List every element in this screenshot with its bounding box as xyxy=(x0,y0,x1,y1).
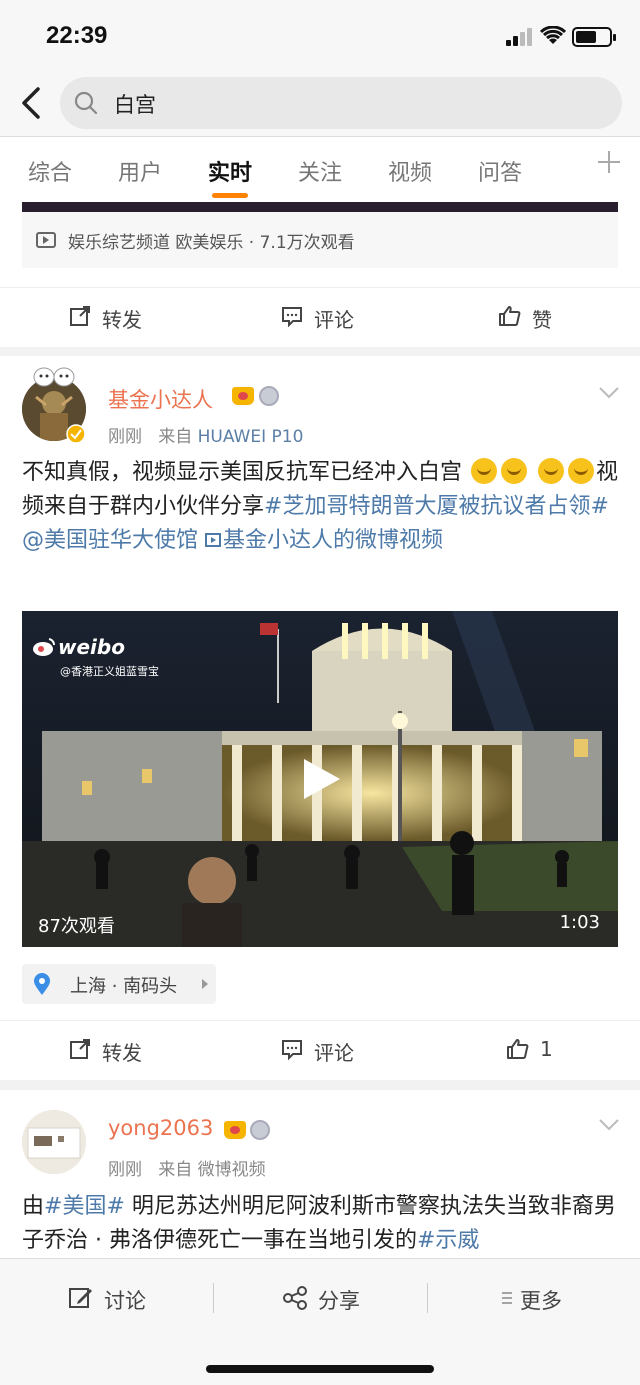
tab-bar: 综合 用户 实时 关注 视频 问答 xyxy=(0,136,640,202)
tab-users[interactable]: 用户 xyxy=(118,155,162,187)
home-indicator xyxy=(206,1365,434,1373)
back-arrow-icon[interactable] xyxy=(18,86,46,120)
medal-icon[interactable] xyxy=(250,1120,270,1140)
status-bar: 22:39 xyxy=(0,0,640,70)
crying-laughing-emoji-icon xyxy=(538,458,565,484)
crying-laughing-emoji-icon xyxy=(568,458,595,484)
search-input[interactable]: 白宫 xyxy=(60,77,622,129)
tab-following[interactable]: 关注 xyxy=(298,155,342,187)
tab-qa[interactable]: 问答 xyxy=(478,155,522,187)
post-source[interactable]: 微博视频 xyxy=(198,1160,266,1180)
battery-icon xyxy=(572,27,616,47)
repost-button[interactable]: 转发 xyxy=(70,1037,142,1066)
video-icon xyxy=(36,232,56,248)
vip-crown-icon[interactable] xyxy=(224,1121,246,1139)
wifi-icon xyxy=(540,26,566,44)
discuss-button[interactable]: 讨论 xyxy=(69,1285,146,1315)
hashtag-link[interactable]: #美国# xyxy=(44,1194,125,1219)
previous-video-meta[interactable]: 娱乐综艺频道 欧美娱乐 · 7.1万次观看 xyxy=(22,212,618,268)
like-button[interactable]: 1 xyxy=(507,1037,553,1061)
avatar[interactable] xyxy=(22,1110,86,1174)
chevron-right-icon xyxy=(202,979,208,989)
share-icon xyxy=(283,1286,307,1310)
post-source[interactable]: HUAWEI P10 xyxy=(198,427,304,447)
vip-crown-icon[interactable] xyxy=(232,387,254,405)
comment-icon xyxy=(282,1040,302,1061)
location-pin-icon xyxy=(34,973,50,995)
chevron-down-icon[interactable] xyxy=(598,386,620,400)
search-icon xyxy=(74,91,98,115)
post-username[interactable]: yong2063 xyxy=(108,1116,213,1140)
signal-icon xyxy=(506,28,534,46)
video-link[interactable]: 基金小达人的微博视频 xyxy=(205,528,443,553)
video-link-icon xyxy=(205,533,222,547)
post-text: 不知真假，视频显示美国反抗军已经冲入白宫 视频来自于群内小伙伴分享#芝加哥特朗普… xyxy=(22,458,619,553)
divider xyxy=(213,1283,214,1313)
verified-badge-icon xyxy=(66,424,86,444)
video-duration: 1:03 xyxy=(559,912,600,933)
crying-laughing-emoji-icon xyxy=(471,458,498,484)
previous-video-meta-text: 娱乐综艺频道 欧美娱乐 · 7.1万次观看 xyxy=(68,233,355,253)
divider xyxy=(427,1283,428,1313)
post-action-bar: 转发 评论 1 xyxy=(0,1020,640,1080)
status-time: 22:39 xyxy=(46,22,108,49)
post-from-label: 来自 xyxy=(158,427,193,447)
location-tag[interactable]: 上海 · 南码头 xyxy=(22,964,216,1004)
comment-icon xyxy=(282,307,302,328)
active-tab-indicator xyxy=(212,193,248,198)
post-from-label: 来自 xyxy=(158,1160,193,1180)
repost-icon xyxy=(70,306,90,326)
comment-button[interactable]: 评论 xyxy=(282,1037,354,1066)
location-text: 上海 · 南码头 xyxy=(70,976,178,997)
comment-button[interactable]: 评论 xyxy=(282,304,354,333)
post-time: 刚刚 xyxy=(108,1160,142,1180)
tab-comprehensive[interactable]: 综合 xyxy=(28,155,72,187)
video-watermark-sub: @香港正义姐蓝雪宝 xyxy=(60,665,159,678)
chevron-down-icon[interactable] xyxy=(598,1118,620,1132)
video-player[interactable]: weibo @香港正义姐蓝雪宝 87次观看 1:03 xyxy=(22,611,618,947)
search-header: 白宫 xyxy=(0,70,640,136)
post-username[interactable]: 基金小达人 xyxy=(108,384,213,414)
mention-link[interactable]: @美国驻华大使馆 xyxy=(22,528,198,553)
hashtag-link[interactable]: #示威 xyxy=(417,1228,479,1253)
edit-icon xyxy=(69,1288,92,1308)
post-text: 由#美国# 明尼苏达州明尼阿波利斯市警察执法失当致非裔男子乔治 · 弗洛伊德死亡… xyxy=(22,1194,616,1253)
repost-icon xyxy=(70,1039,90,1059)
crying-laughing-emoji-icon xyxy=(501,458,528,484)
weibo-logo-icon xyxy=(33,638,56,656)
medal-icon[interactable] xyxy=(259,386,279,406)
post-meta: 刚刚 来自 微博视频 xyxy=(108,1155,266,1180)
post-time: 刚刚 xyxy=(108,427,142,447)
add-tab-icon[interactable] xyxy=(596,149,622,175)
share-button[interactable]: 分享 xyxy=(283,1285,360,1315)
previous-video-thumbnail[interactable] xyxy=(22,202,618,212)
repost-button[interactable]: 转发 xyxy=(70,304,142,333)
like-count: 1 xyxy=(540,1037,553,1061)
menu-icon xyxy=(502,1292,512,1304)
like-button[interactable]: 赞 xyxy=(499,304,552,333)
video-views: 87次观看 xyxy=(38,916,115,937)
bottom-action-bar: 讨论 分享 更多 xyxy=(0,1258,640,1385)
avatar-decoration-icon xyxy=(33,367,75,387)
search-query: 白宫 xyxy=(114,93,156,117)
video-watermark: weibo xyxy=(58,635,125,659)
play-icon[interactable] xyxy=(300,757,342,801)
previous-post-action-bar: 转发 评论 赞 xyxy=(0,287,640,347)
more-button[interactable]: 更多 xyxy=(502,1285,562,1315)
tab-realtime[interactable]: 实时 xyxy=(208,155,252,187)
thumbs-up-icon xyxy=(499,306,521,326)
hashtag-link[interactable]: #芝加哥特朗普大厦被抗议者占领# xyxy=(264,494,609,519)
tab-video[interactable]: 视频 xyxy=(388,155,432,187)
thumbs-up-icon xyxy=(507,1039,529,1059)
post-meta: 刚刚 来自 HUAWEI P10 xyxy=(108,422,303,447)
